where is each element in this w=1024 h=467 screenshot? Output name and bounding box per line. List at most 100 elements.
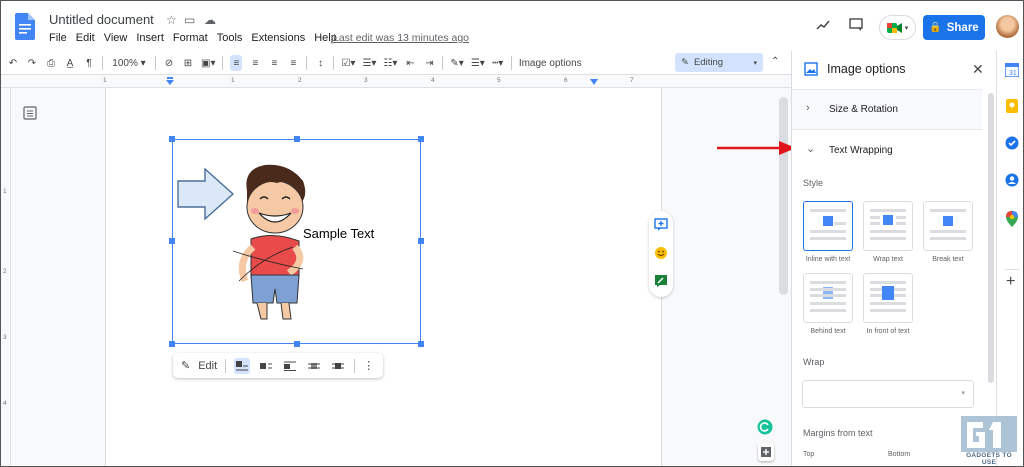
- menu-edit[interactable]: Edit: [76, 32, 95, 44]
- calendar-icon[interactable]: 31: [1005, 63, 1019, 77]
- border-weight-icon[interactable]: ☰▾: [471, 55, 485, 71]
- ruler-number: 1: [231, 77, 235, 84]
- resize-handle[interactable]: [169, 238, 175, 244]
- maps-icon[interactable]: [1005, 211, 1019, 227]
- wrap-text-button[interactable]: [258, 358, 274, 374]
- right-indent-marker-icon[interactable]: [590, 79, 598, 85]
- size-rotation-section[interactable]: › Size & Rotation: [792, 89, 982, 129]
- edit-image-button[interactable]: Edit: [198, 360, 217, 372]
- link-icon[interactable]: ⊘: [163, 55, 175, 71]
- menu-insert[interactable]: Insert: [136, 32, 164, 44]
- document-scrollbar[interactable]: [779, 97, 788, 295]
- cloud-status-icon[interactable]: ☁: [204, 14, 216, 26]
- chevron-right-icon: ›: [806, 102, 810, 114]
- align-center-icon[interactable]: ≡: [249, 55, 261, 71]
- suggest-edits-icon[interactable]: [654, 274, 668, 288]
- resize-handle[interactable]: [418, 136, 424, 142]
- border-color-icon[interactable]: ✎▾: [450, 55, 463, 71]
- menu-extensions[interactable]: Extensions: [251, 32, 305, 44]
- add-box-icon: [761, 447, 771, 457]
- wrap-select[interactable]: ▾: [802, 380, 974, 408]
- in-front-of-text-icon: [870, 281, 906, 312]
- keep-icon[interactable]: [1005, 99, 1019, 113]
- style-caption: Inline with text: [805, 256, 851, 263]
- style-break-text[interactable]: [923, 201, 973, 251]
- menu-file[interactable]: File: [49, 32, 67, 44]
- front-of-text-button[interactable]: [330, 358, 346, 374]
- explore-button[interactable]: [758, 443, 774, 461]
- style-caption: In front of text: [866, 328, 910, 335]
- redo-icon[interactable]: ↷: [26, 55, 38, 71]
- more-options-icon[interactable]: ⋮: [363, 359, 374, 372]
- arrow-shape[interactable]: [177, 168, 235, 220]
- ruler-number: 1: [103, 77, 107, 84]
- share-button[interactable]: 🔒 Share: [923, 15, 985, 40]
- paint-format-icon[interactable]: ¶: [83, 55, 95, 71]
- add-addon-icon[interactable]: +: [1006, 273, 1015, 291]
- last-edit-link[interactable]: Last edit was 13 minutes ago: [333, 32, 469, 44]
- margins-label: Margins from text: [803, 428, 873, 438]
- grammarly-icon[interactable]: [757, 419, 773, 435]
- insert-image-icon[interactable]: ▣▾: [201, 55, 215, 71]
- image-options-button[interactable]: Image options: [519, 55, 582, 71]
- panel-scrollbar[interactable]: [988, 93, 994, 383]
- checklist-icon[interactable]: ☑▾: [341, 55, 355, 71]
- mode-select[interactable]: ✎ Editing ▾: [675, 53, 763, 72]
- inline-wrap-button[interactable]: [234, 357, 251, 374]
- add-comment-icon[interactable]: [654, 218, 668, 232]
- star-icon[interactable]: ☆: [166, 14, 177, 26]
- docs-logo-icon[interactable]: [15, 13, 35, 40]
- ruler-number: 2: [298, 77, 302, 84]
- menu-view[interactable]: View: [104, 32, 128, 44]
- text-wrapping-section[interactable]: ⌄ Text Wrapping: [792, 129, 982, 169]
- menu-format[interactable]: Format: [173, 32, 208, 44]
- resize-handle[interactable]: [169, 136, 175, 142]
- align-right-icon[interactable]: ≡: [268, 55, 280, 71]
- indent-marker-icon[interactable]: [166, 77, 174, 86]
- ruler-number: 3: [364, 77, 368, 84]
- menu-tools[interactable]: Tools: [217, 32, 243, 44]
- align-justify-icon[interactable]: ≡: [287, 55, 299, 71]
- comments-icon[interactable]: [849, 18, 863, 32]
- bulleted-list-icon[interactable]: ☰▾: [362, 55, 376, 71]
- align-left-icon[interactable]: ≡: [230, 55, 243, 71]
- ruler-number: 4: [3, 400, 7, 407]
- resize-handle[interactable]: [418, 238, 424, 244]
- style-wrap-text[interactable]: [863, 201, 913, 251]
- move-folder-icon[interactable]: ▭: [184, 14, 195, 26]
- zoom-select[interactable]: 100% ▾: [110, 55, 148, 71]
- tasks-icon[interactable]: [1005, 136, 1019, 150]
- contacts-icon[interactable]: [1005, 173, 1019, 187]
- chevron-down-icon: ▾: [904, 24, 909, 32]
- resize-handle[interactable]: [169, 341, 175, 347]
- vertical-ruler[interactable]: 1 2 3 4: [1, 88, 11, 466]
- horizontal-ruler[interactable]: 1 1 2 3 4 5 6 7: [1, 74, 791, 88]
- undo-icon[interactable]: ↶: [7, 55, 19, 71]
- close-icon[interactable]: ✕: [972, 61, 984, 78]
- zoom-value: 100%: [112, 57, 138, 69]
- collapse-menus-icon[interactable]: ⌃: [771, 56, 779, 67]
- style-behind-text[interactable]: [803, 273, 853, 323]
- style-inline-with-text[interactable]: [803, 201, 853, 251]
- break-text-button[interactable]: [282, 358, 298, 374]
- border-dash-icon[interactable]: ┅▾: [492, 55, 504, 71]
- style-in-front-of-text[interactable]: [863, 273, 913, 323]
- spellcheck-icon[interactable]: A̲: [64, 55, 76, 71]
- activity-trend-icon[interactable]: [816, 20, 830, 30]
- resize-handle[interactable]: [294, 136, 300, 142]
- meet-button[interactable]: ▾: [879, 15, 916, 40]
- decrease-indent-icon[interactable]: ⇤: [404, 55, 416, 71]
- document-outline-icon[interactable]: [23, 106, 37, 120]
- ruler-number: 7: [630, 77, 634, 84]
- resize-handle[interactable]: [294, 341, 300, 347]
- emoji-reaction-icon[interactable]: [654, 246, 668, 260]
- numbered-list-icon[interactable]: ☷▾: [383, 55, 397, 71]
- resize-handle[interactable]: [418, 341, 424, 347]
- print-icon[interactable]: ⎙: [45, 55, 57, 71]
- behind-text-button[interactable]: [306, 358, 322, 374]
- line-spacing-icon[interactable]: ↕: [314, 55, 326, 71]
- avatar[interactable]: [996, 15, 1019, 38]
- increase-indent-icon[interactable]: ⇥: [423, 55, 435, 71]
- comment-add-icon[interactable]: ⊞: [182, 55, 194, 71]
- document-title[interactable]: Untitled document: [49, 12, 154, 27]
